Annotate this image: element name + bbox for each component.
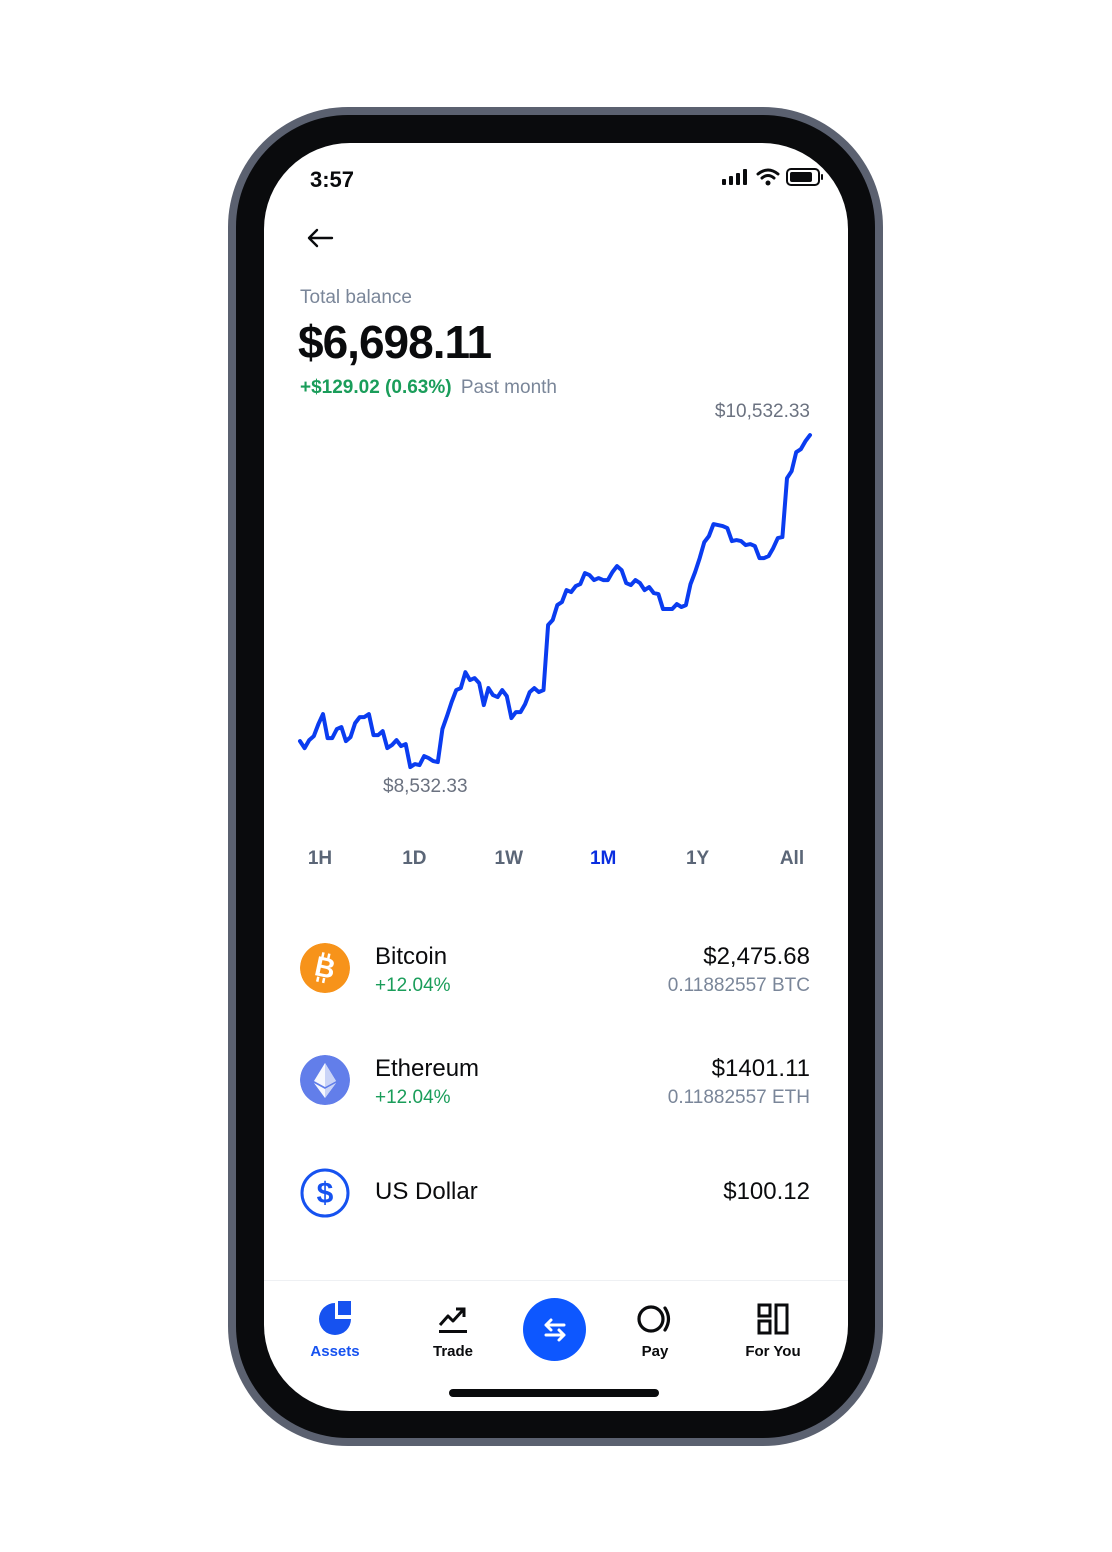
nav-label: Pay	[641, 1343, 669, 1360]
asset-quantity: 0.11882557 ETH	[667, 1087, 810, 1108]
asset-row-bitcoin[interactable]: B Bitcoin +12.04% $2,475.68 0.11882557 B…	[300, 943, 810, 1003]
asset-name: Bitcoin	[375, 943, 448, 970]
nav-for-you[interactable]: For You	[723, 1301, 823, 1360]
asset-row-ethereum[interactable]: Ethereum +12.04% $1401.11 0.11882557 ETH	[300, 1055, 810, 1115]
arrow-left-icon	[307, 228, 334, 248]
battery-icon	[786, 168, 823, 186]
back-button[interactable]	[302, 223, 338, 253]
svg-text:$: $	[317, 1177, 334, 1210]
pie-chart-icon	[319, 1301, 351, 1335]
asset-name: US Dollar	[375, 1178, 478, 1205]
wifi-icon	[756, 168, 780, 186]
swap-button[interactable]	[523, 1298, 586, 1361]
range-tab-1m[interactable]: 1M	[575, 848, 631, 870]
range-tab-1w[interactable]: 1W	[481, 848, 537, 870]
status-bar: 3:57	[264, 143, 848, 213]
nav-label: For You	[745, 1343, 801, 1360]
asset-change: +12.04%	[375, 1087, 451, 1108]
asset-quantity: 0.11882557 BTC	[667, 975, 810, 996]
page: 3:57 Total balance $6,698.11 +$129.02 (0…	[0, 0, 1112, 1552]
nav-trade[interactable]: Trade	[403, 1301, 503, 1360]
nav-pay[interactable]: Pay	[605, 1301, 705, 1360]
status-icons	[722, 168, 824, 186]
status-time: 3:57	[310, 167, 355, 192]
asset-value: $2,475.68	[703, 943, 810, 970]
nav-divider	[264, 1280, 848, 1281]
change-period: Past month	[460, 377, 557, 398]
range-tab-1y[interactable]: 1Y	[670, 848, 726, 870]
bitcoin-icon: B	[300, 943, 350, 993]
balance-change: +$129.02 (0.63%) Past month	[300, 377, 557, 399]
trending-up-icon	[438, 1307, 467, 1333]
nav-assets[interactable]: Assets	[285, 1301, 385, 1360]
chart-line-series	[298, 433, 812, 770]
balance-label: Total balance	[300, 287, 412, 308]
chart-max-label: $10,532.33	[714, 401, 810, 422]
balance-value: $6,698.11	[298, 316, 492, 368]
chart-min-label: $8,532.33	[383, 776, 468, 797]
swap-arrows-icon	[544, 1318, 565, 1341]
range-tab-all[interactable]: All	[764, 848, 820, 870]
change-value: +$129.02 (0.63%)	[300, 377, 452, 398]
phone-screen: 3:57 Total balance $6,698.11 +$129.02 (0…	[264, 143, 848, 1411]
asset-value: $100.12	[723, 1178, 810, 1205]
signal-icon	[722, 169, 747, 185]
asset-value: $1401.11	[711, 1055, 810, 1082]
pay-circle-icon	[637, 1305, 671, 1333]
home-indicator	[449, 1389, 659, 1397]
usd-coin-icon: $	[300, 1168, 350, 1218]
time-range-selector: 1H 1D 1W 1M 1Y All	[292, 848, 820, 870]
asset-change: +12.04%	[375, 975, 451, 996]
ethereum-icon	[300, 1055, 350, 1105]
range-tab-1d[interactable]: 1D	[386, 848, 442, 870]
nav-label: Trade	[432, 1343, 474, 1360]
grid-icon	[757, 1303, 789, 1335]
asset-row-us-dollar[interactable]: $ US Dollar $100.12	[300, 1168, 810, 1228]
range-tab-1h[interactable]: 1H	[292, 848, 348, 870]
bottom-nav: Assets Trade Pay For You	[264, 1283, 848, 1383]
asset-name: Ethereum	[375, 1055, 480, 1082]
nav-label: Assets	[310, 1343, 360, 1360]
